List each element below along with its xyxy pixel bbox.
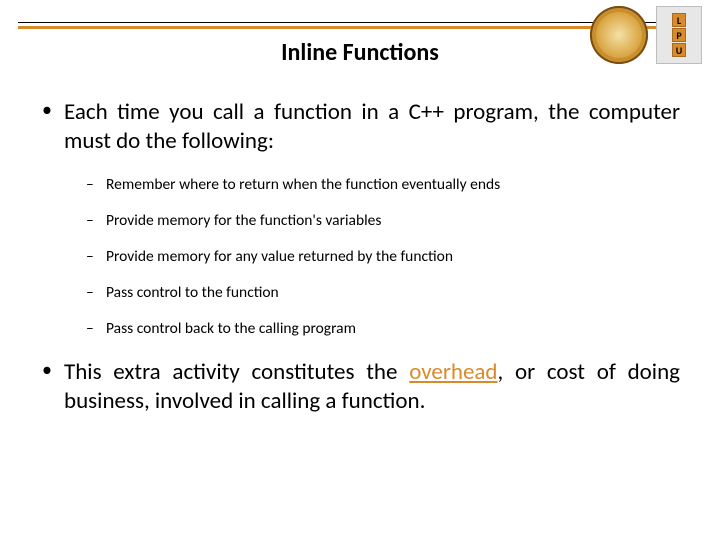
sub-bullet: Provide memory for any value returned by… [86, 247, 680, 267]
slide-content: Each time you call a function in a C++ p… [0, 80, 720, 416]
slide-title: Inline Functions [0, 38, 720, 67]
main-bullet-list: Each time you call a function in a C++ p… [40, 98, 680, 416]
sub-bullet: Provide memory for the function's variab… [86, 211, 680, 231]
lpu-letter: L [672, 13, 686, 27]
sub-bullet: Pass control back to the calling program [86, 319, 680, 339]
bullet-intro: Each time you call a function in a C++ p… [40, 98, 680, 340]
sub-bullet-list: Remember where to return when the functi… [86, 175, 680, 340]
sub-bullet: Pass control to the function [86, 283, 680, 303]
header: L P U Inline Functions [0, 0, 720, 80]
conclusion-pre: This extra activity constitutes the [64, 358, 409, 386]
sub-bullet: Remember where to return when the functi… [86, 175, 680, 195]
bullet-intro-text: Each time you call a function in a C++ p… [64, 98, 680, 155]
bullet-conclusion: This extra activity constitutes the over… [40, 358, 680, 417]
conclusion-highlight: overhead [409, 358, 497, 386]
